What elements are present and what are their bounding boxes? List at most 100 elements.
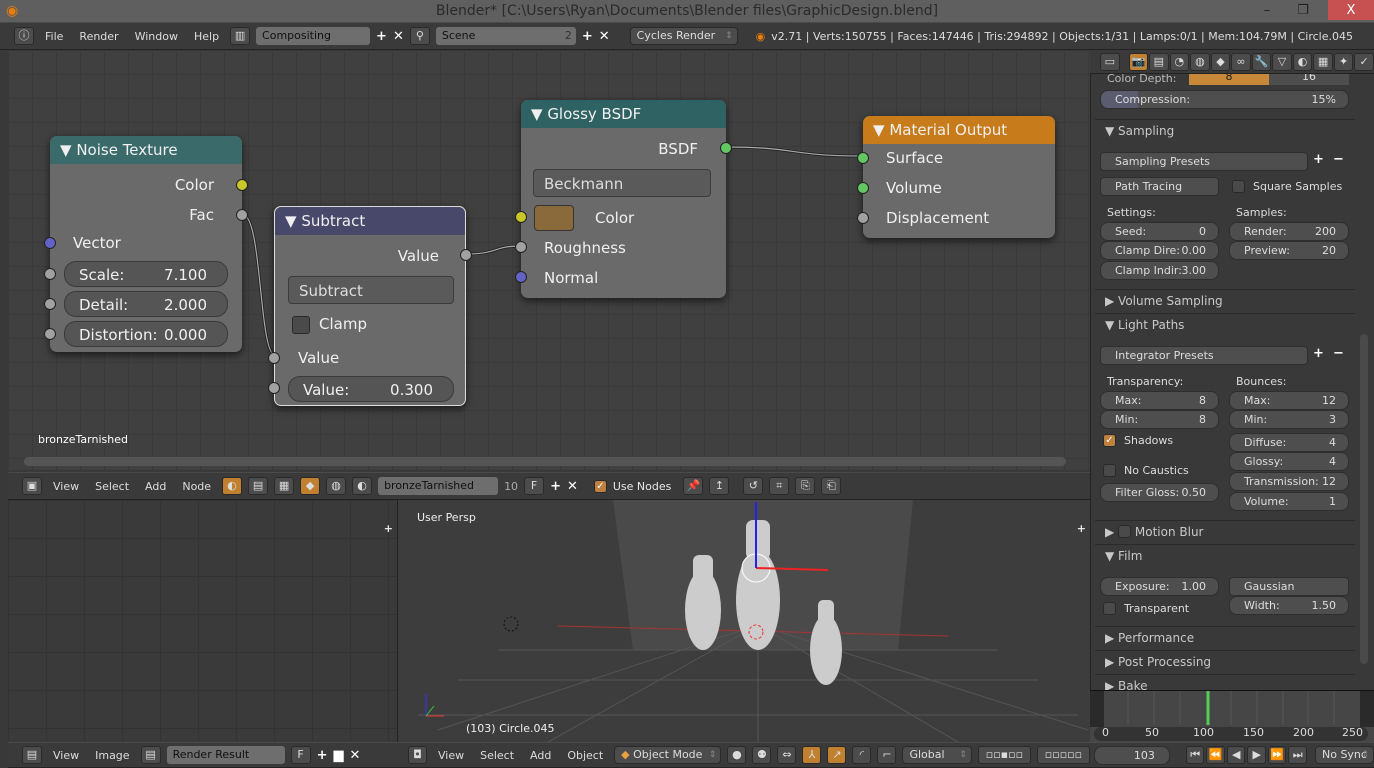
delete-scene-button[interactable]: ✕	[599, 29, 610, 44]
add-region-icon[interactable]: +	[1077, 522, 1086, 535]
add-preset-button[interactable]: +	[1313, 152, 1324, 167]
new-material-button[interactable]: +	[550, 479, 561, 494]
integrator-dropdown[interactable]: Path Tracing	[1100, 177, 1219, 196]
remove-preset-button[interactable]: −	[1333, 152, 1344, 167]
material-tab-icon[interactable]: ◐	[1292, 52, 1313, 71]
mode-dropdown[interactable]: ◆ Object Mode	[614, 746, 722, 764]
socket-vector-input[interactable]	[44, 237, 56, 249]
motion-blur-checkbox[interactable]	[1118, 525, 1132, 538]
color-swatch[interactable]	[534, 205, 574, 231]
layers-widget[interactable]: ▫▫▪▫▫	[977, 746, 1031, 764]
preview-samples-field[interactable]: Preview: 20	[1229, 241, 1349, 260]
node-editor[interactable]: ▼ Noise Texture Color Fac Vector Scale: 7…	[8, 50, 1090, 470]
use-nodes-checkbox[interactable]: ✓	[593, 479, 607, 493]
panel-light-paths[interactable]: ▼ Light Paths	[1095, 313, 1355, 335]
snap-element-icon[interactable]: ⌗	[769, 477, 790, 495]
collapse-arrow-icon[interactable]: ▼	[873, 121, 889, 139]
node-subtract[interactable]: ▼ Subtract Value Subtract Clamp Value Va…	[268, 206, 472, 406]
compositing-nodes-icon[interactable]: ▤	[248, 477, 269, 495]
texture-tab-icon[interactable]: ▦	[1313, 52, 1333, 71]
current-frame-field[interactable]: 103	[1094, 745, 1170, 765]
info-editor-type-icon[interactable]: ⓘ	[14, 27, 34, 45]
jump-keyframe-back-icon[interactable]: ⏪	[1206, 746, 1225, 764]
value-field[interactable]: Value: 0.300	[288, 376, 454, 402]
menu-window[interactable]: Window	[130, 30, 183, 43]
parent-node-tree-icon[interactable]: ↥	[709, 477, 730, 495]
volume-bounces-field[interactable]: Volume: 1	[1229, 492, 1349, 511]
material-field[interactable]: bronzeTarnished	[378, 477, 499, 495]
socket-value-output[interactable]	[460, 249, 472, 261]
socket-value-input-2[interactable]	[268, 382, 280, 394]
data-tab-icon[interactable]: ▽	[1272, 52, 1292, 71]
editor-type-icon[interactable]: ◘	[408, 746, 427, 764]
layers-widget-2[interactable]: ▫▫▫▫▫	[1036, 746, 1090, 764]
viewport-shading-icon[interactable]: ●	[727, 746, 747, 764]
add-screen-button[interactable]: +	[376, 29, 387, 44]
menu-add[interactable]: Add	[525, 749, 556, 762]
distortion-field[interactable]: Distortion: 0.000	[64, 321, 228, 347]
operation-dropdown[interactable]: Subtract	[288, 276, 454, 304]
socket-detail-input[interactable]	[44, 298, 56, 310]
socket-normal-input[interactable]	[515, 271, 527, 283]
pivot-point-icon[interactable]: ⚉	[752, 746, 772, 764]
node-header[interactable]: ▼ Noise Texture	[50, 136, 242, 164]
new-image-button[interactable]: +	[317, 748, 328, 763]
node-header[interactable]: ▼ Glossy BSDF	[521, 100, 726, 128]
bounces-max-field[interactable]: Max: 12	[1229, 391, 1349, 410]
color-depth-8[interactable]: 8	[1189, 74, 1269, 85]
vertical-scrollbar[interactable]	[1360, 334, 1368, 664]
modifiers-tab-icon[interactable]: 🔧	[1251, 52, 1272, 71]
shadows-checkbox[interactable]: ✓	[1103, 434, 1116, 447]
menu-file[interactable]: File	[40, 30, 68, 43]
jump-keyframe-forward-icon[interactable]: ⏩	[1267, 746, 1287, 764]
jump-end-icon[interactable]: ⏭	[1288, 746, 1307, 764]
play-icon[interactable]: ▶	[1247, 746, 1266, 764]
transmission-bounces-field[interactable]: Transmission: 12	[1229, 472, 1349, 491]
collapse-arrow-icon[interactable]: ▼	[285, 212, 301, 230]
fake-user-button[interactable]: F	[290, 746, 311, 764]
open-image-icon[interactable]: ▆	[333, 748, 343, 763]
menu-add[interactable]: Add	[140, 480, 171, 493]
node-noise-texture[interactable]: ▼ Noise Texture Color Fac Vector Scale: 7…	[44, 136, 248, 352]
transparency-min-field[interactable]: Min: 8	[1100, 410, 1219, 429]
menu-select[interactable]: Select	[475, 749, 519, 762]
panel-performance[interactable]: ▶ Performance	[1095, 626, 1355, 648]
editor-type-icon[interactable]: ▤	[22, 746, 42, 764]
pin-icon[interactable]: 📌	[683, 477, 704, 495]
sync-dropdown[interactable]: No Sync	[1314, 746, 1374, 764]
filter-width-field[interactable]: Width: 1.50	[1229, 596, 1349, 615]
menu-render[interactable]: Render	[74, 30, 123, 43]
fake-user-button[interactable]: F	[524, 477, 545, 495]
node-header[interactable]: ▼ Material Output	[863, 116, 1055, 144]
physics-tab-icon[interactable]: ✓	[1354, 52, 1374, 71]
unlink-image-button[interactable]: ✕	[349, 748, 360, 763]
panel-sampling[interactable]: ▼ Sampling	[1095, 119, 1355, 141]
node-material-output[interactable]: ▼ Material Output Surface Volume Displac…	[857, 116, 1055, 238]
lamp-icon[interactable]	[503, 616, 519, 632]
socket-value-input-1[interactable]	[268, 352, 280, 364]
menu-view[interactable]: View	[48, 749, 84, 762]
editor-type-icon[interactable]: ▣	[22, 477, 42, 495]
add-region-icon[interactable]: +	[384, 522, 393, 535]
manipulator-toggle-icon[interactable]: ⇔	[777, 746, 797, 764]
panel-motion-blur[interactable]: ▶ Motion Blur	[1095, 520, 1355, 542]
3d-viewport[interactable]: User Persp (103) Circle.045 +	[398, 500, 1090, 742]
collapse-arrow-icon[interactable]: ▼	[531, 105, 547, 123]
sampling-presets-dropdown[interactable]: Sampling Presets	[1100, 152, 1308, 171]
collapse-arrow-icon[interactable]: ▼	[60, 141, 76, 159]
rotate-manipulator-icon[interactable]: ↗	[827, 746, 847, 764]
close-button[interactable]: X	[1328, 0, 1374, 20]
menu-help[interactable]: Help	[189, 30, 224, 43]
world-shader-icon[interactable]: ◍	[326, 477, 347, 495]
material-browse-icon[interactable]: ◐	[352, 477, 373, 495]
render-layers-tab-icon[interactable]: ▤	[1149, 52, 1169, 71]
panel-bake[interactable]: ▶ Bake	[1095, 674, 1355, 690]
translate-manipulator-icon[interactable]: ⅄	[802, 746, 822, 764]
world-tab-icon[interactable]: ◍	[1190, 52, 1210, 71]
constraints-tab-icon[interactable]: ∞	[1231, 52, 1251, 71]
transparent-checkbox[interactable]	[1103, 602, 1116, 615]
node-header[interactable]: ▼ Subtract	[275, 207, 465, 235]
particles-tab-icon[interactable]: ✦	[1333, 52, 1354, 71]
filter-type-dropdown[interactable]: Gaussian	[1229, 577, 1349, 596]
object-tab-icon[interactable]: ◆	[1210, 52, 1231, 71]
